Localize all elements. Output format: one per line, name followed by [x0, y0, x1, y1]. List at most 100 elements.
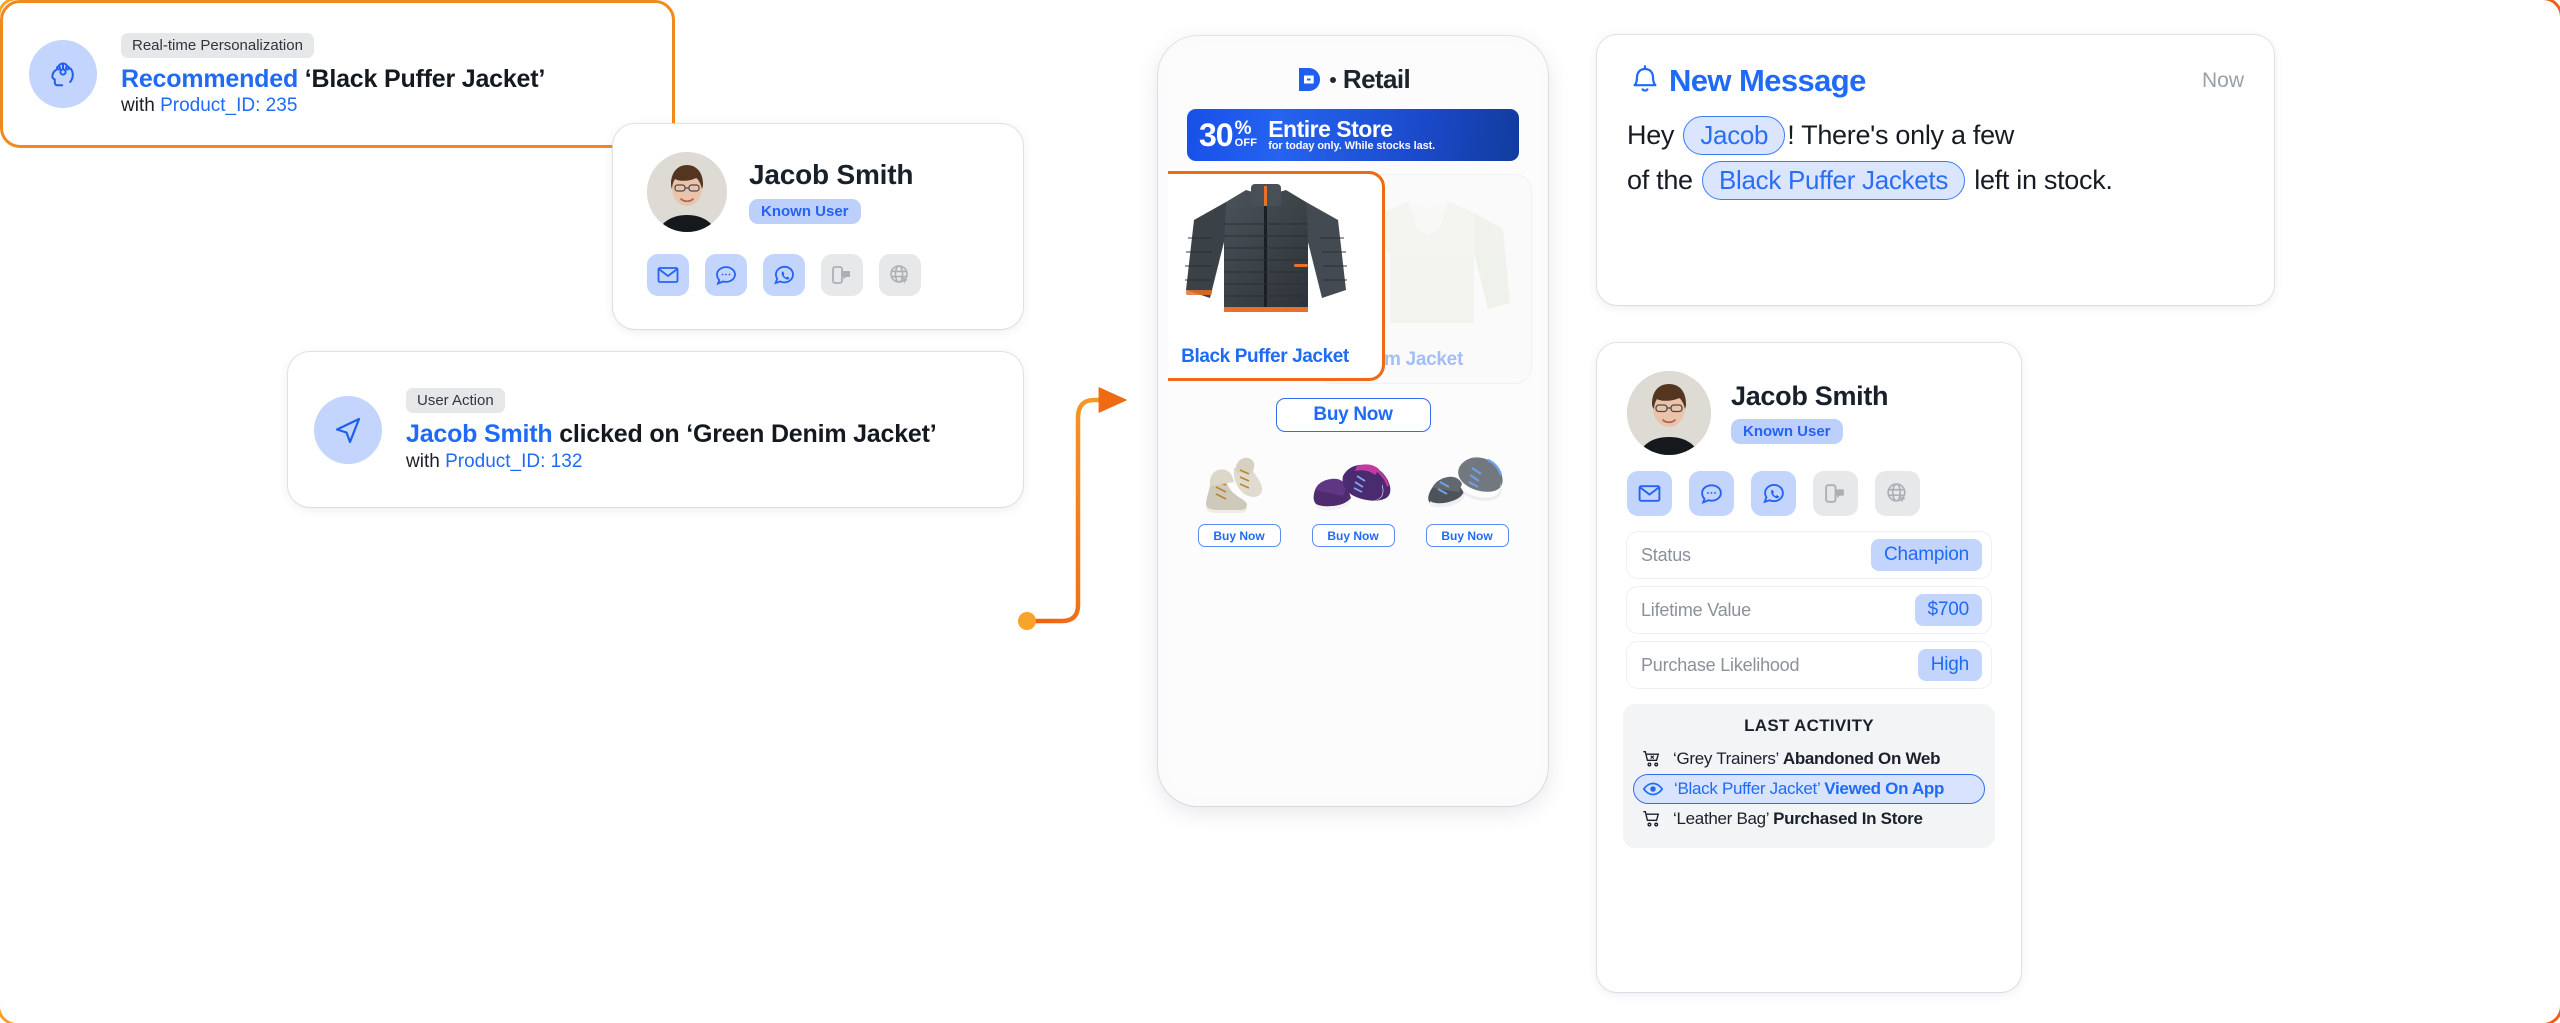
promo-off-label: OFF — [1234, 137, 1258, 149]
message-title: New Message — [1669, 63, 1866, 98]
email-icon[interactable] — [647, 254, 689, 296]
cart-icon — [1643, 810, 1660, 827]
profile-identity: Jacob Smith Known User — [1731, 380, 1889, 445]
stat-row-purchase-likelihood: Purchase Likelihood High — [1627, 642, 1991, 688]
message-text-mid: ! There's only a few — [1787, 120, 2014, 150]
last-activity-title: LAST ACTIVITY — [1744, 716, 1874, 735]
profile-name: Jacob Smith — [1731, 380, 1889, 411]
stat-value: High — [1917, 649, 1982, 681]
eye-icon — [1642, 782, 1664, 796]
sms-chat-icon[interactable] — [1689, 471, 1734, 516]
cart-remove-icon — [1643, 750, 1660, 767]
activity-item: ‘Leather Bag’ — [1673, 809, 1769, 828]
web-globe-icon[interactable] — [879, 254, 921, 296]
activity-item: ‘Grey Trainers’ — [1673, 749, 1779, 768]
message-pill-product[interactable]: Black Puffer Jackets — [1701, 160, 1966, 200]
status-badge: Known User — [749, 198, 861, 224]
event-actor: Recommended — [121, 64, 299, 93]
event-meta: with Product_ID: 132 — [406, 451, 937, 473]
related-buy-buttons: Buy Now Buy Now Buy Now — [1168, 518, 1538, 547]
brand-name: Retail — [1342, 64, 1411, 94]
message-timestamp: Now — [2201, 69, 2244, 92]
event-tag: Real-time Personalization — [121, 32, 314, 58]
app-brand: Retail — [1168, 46, 1538, 95]
event-headline: Jacob Smith clicked on ‘Green Denim Jack… — [406, 420, 937, 450]
whatsapp-icon[interactable] — [763, 254, 805, 296]
promo-subline: for today only. While stocks last. — [1268, 140, 1436, 153]
push-notification-icon[interactable] — [821, 254, 863, 296]
web-globe-icon[interactable] — [1875, 471, 1920, 516]
profile-identity: Jacob Smith Known User — [749, 159, 914, 224]
whatsapp-icon[interactable] — [1751, 471, 1796, 516]
diagram-canvas: Jacob Smith Known User User Action Jacob… — [0, 0, 2560, 1023]
activity-row-viewed[interactable]: ‘Black Puffer Jacket’ Viewed On App — [1633, 774, 1985, 804]
grey-trainers-image[interactable] — [1418, 444, 1510, 518]
beige-boots-image[interactable] — [1196, 444, 1288, 518]
event-product-id: Product_ID: 132 — [445, 450, 583, 472]
activity-item: ‘Black Puffer Jacket’ — [1674, 779, 1820, 798]
bell-icon — [1633, 65, 1657, 92]
promo-copy: Entire Store for today only. While stock… — [1268, 117, 1435, 153]
promo-banner[interactable]: 30 % OFF Entire Store for today only. Wh… — [1187, 109, 1519, 161]
stats-list: Status Champion Lifetime Value $700 Purc… — [1597, 516, 2021, 688]
channel-icon-row — [1597, 455, 2021, 516]
new-message-card: New Message Now Hey Jacob! There's only … — [1597, 35, 2274, 305]
event-verb: clicked on ‘Green Denim Jacket’ — [552, 420, 937, 449]
stat-value: Champion — [1870, 539, 1982, 571]
last-activity-panel: LAST ACTIVITY ‘Grey Trainers’ Abandoned … — [1623, 704, 1995, 848]
retail-logo-icon — [1298, 68, 1320, 91]
event-meta-prefix: with — [406, 450, 446, 472]
message-text-line2: of the — [1627, 164, 1700, 195]
promo-percent-value: 30 — [1199, 117, 1234, 153]
promo-headline: Entire Store — [1268, 116, 1393, 143]
event-actor: Jacob Smith — [406, 420, 553, 449]
purple-sneakers-image[interactable] — [1307, 444, 1399, 518]
stat-label: Status — [1641, 544, 1691, 565]
buy-now-button-1[interactable]: Buy Now — [1197, 524, 1281, 547]
message-text-after: left in stock. — [1967, 164, 2113, 195]
activity-action: Purchased In Store — [1773, 809, 1923, 828]
brand-separator-dot — [1329, 76, 1336, 83]
event-product-id: Product_ID: 235 — [160, 95, 298, 117]
sms-chat-icon[interactable] — [705, 254, 747, 296]
phone-mockup: Retail 30 % OFF Entire Store for today o… — [1158, 36, 1548, 806]
status-badge: Known User — [1731, 419, 1843, 445]
promo-discount: 30 % OFF — [1199, 119, 1257, 151]
stat-row-lifetime-value: Lifetime Value $700 — [1627, 587, 1991, 633]
ai-brain-head-icon — [29, 40, 97, 108]
buy-now-button-2[interactable]: Buy Now — [1311, 524, 1395, 547]
avatar — [647, 152, 727, 232]
profile-detail-card: Jacob Smith Known User Status Champion L… — [1597, 343, 2021, 992]
activity-text: ‘Black Puffer Jacket’ Viewed On App — [1674, 779, 1944, 799]
email-icon[interactable] — [1627, 471, 1672, 516]
black-puffer-jacket-image — [1185, 184, 1347, 312]
activity-text: ‘Grey Trainers’ Abandoned On Web — [1673, 749, 1940, 769]
profile-header: Jacob Smith Known User — [613, 124, 1023, 232]
message-text-before: Hey — [1627, 120, 1682, 150]
stat-row-status: Status Champion — [1627, 532, 1991, 578]
navigation-arrow-icon — [314, 395, 382, 464]
stat-label: Purchase Likelihood — [1641, 654, 1800, 675]
buy-now-button[interactable]: Buy Now — [1275, 398, 1431, 432]
push-notification-icon[interactable] — [1813, 471, 1858, 516]
product-carousel: m Jacket Black Puffer Jacket — [1168, 171, 1538, 390]
personalization-card: Real-time Personalization Recommended ‘B… — [0, 0, 675, 148]
related-products-row — [1168, 440, 1538, 518]
profile-name: Jacob Smith — [749, 159, 914, 191]
stat-value: $700 — [1914, 594, 1982, 626]
channel-icon-row — [613, 232, 1023, 296]
event-meta: with Product_ID: 235 — [121, 95, 545, 117]
activity-row-purchased[interactable]: ‘Leather Bag’ Purchased In Store — [1633, 804, 1985, 834]
product-name-recommended: Black Puffer Jacket — [1181, 346, 1349, 367]
product-card-recommended[interactable]: Black Puffer Jacket — [1168, 171, 1385, 381]
event-headline: Recommended ‘Black Puffer Jacket’ — [121, 65, 545, 95]
profile-card-left: Jacob Smith Known User — [613, 124, 1023, 329]
activity-row-abandoned[interactable]: ‘Grey Trainers’ Abandoned On Web — [1633, 744, 1985, 774]
event-tag: User Action — [406, 388, 505, 414]
event-meta-prefix: with — [121, 95, 161, 117]
buy-now-button-3[interactable]: Buy Now — [1425, 524, 1509, 547]
event-verb: ‘Black Puffer Jacket’ — [298, 64, 546, 93]
promo-percent-symbol: % — [1234, 117, 1252, 139]
message-pill-name[interactable]: Jacob — [1683, 116, 1786, 156]
user-action-card: User Action Jacob Smith clicked on ‘Gree… — [288, 352, 1023, 507]
